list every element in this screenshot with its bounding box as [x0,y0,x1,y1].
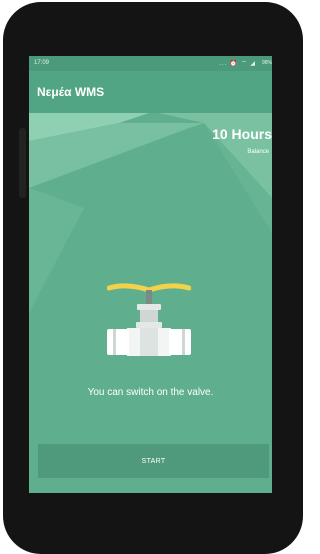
app-bar: Νεμέα WMS [29,71,272,113]
app-screen: 17:09 ... ⏰ ⌔ ◢ 98% Νεμέα WMS 10 Hours B… [29,56,272,493]
battery-level: 98% [261,60,272,66]
phone-side-button [19,128,26,198]
status-bar: 17:09 ... ⏰ ⌔ ◢ 98% [29,56,272,71]
status-icons-text: ... ⏰ ⌔ ◢ [219,61,256,67]
balance-label: Balance [247,149,269,155]
app-title: Νεμέα WMS [37,85,105,99]
start-button[interactable]: START [38,444,269,478]
balance-value: 10 Hours [212,126,272,142]
status-time: 17:09 [34,60,50,66]
valve-icon [107,283,191,356]
valve-status-message: You can switch on the valve. [87,387,214,398]
